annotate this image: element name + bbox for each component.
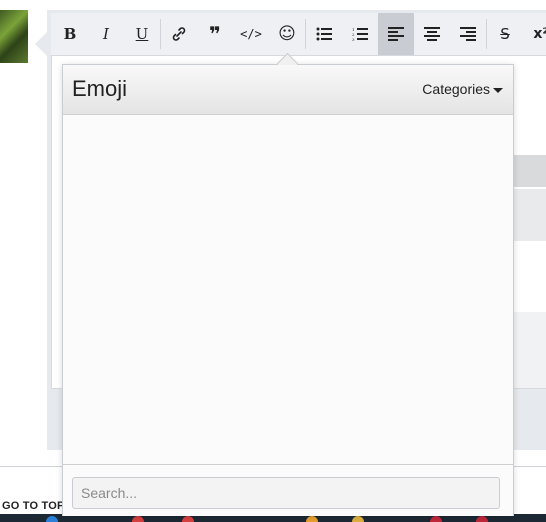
background-row [512,312,546,388]
categories-label: Categories [422,81,490,97]
code-button[interactable]: </> [233,13,269,55]
emoji-picker-footer [63,464,513,516]
emoji-grid[interactable] [63,115,513,465]
align-right-button[interactable] [450,13,486,55]
code-icon: </> [240,27,262,41]
align-center-icon [424,27,440,41]
strikethrough-icon: S [500,25,510,43]
taskbar-app-icon[interactable] [476,516,488,522]
taskbar-app-icon[interactable] [132,516,144,522]
taskbar-app-icon[interactable] [182,516,194,522]
taskbar-app-icon[interactable] [46,516,58,522]
emoji-search-input[interactable] [72,477,500,509]
emoji-picker-header: Emoji Categories [63,65,513,115]
underline-icon: U [135,25,149,43]
superscript-icon: x² [533,26,546,42]
italic-button[interactable]: I [88,13,124,55]
emoji-picker-title: Emoji [72,76,128,101]
italic-icon: I [103,25,109,43]
taskbar-app-icon[interactable] [352,516,364,522]
link-button[interactable] [161,13,197,55]
align-left-icon [388,27,404,41]
user-avatar [0,10,28,63]
align-left-button[interactable] [378,13,414,55]
underline-button[interactable]: U [124,13,160,55]
taskbar-app-icon[interactable] [430,516,442,522]
caret-down-icon [493,87,503,93]
taskbar-app-icon[interactable] [306,516,318,522]
link-icon [172,27,186,41]
align-center-button[interactable] [414,13,450,55]
strikethrough-button[interactable]: S [487,13,523,55]
background-row [512,189,546,241]
quote-icon: ❞ [209,22,221,46]
categories-dropdown[interactable]: Categories [422,81,503,97]
background-row [512,155,546,187]
bold-button[interactable]: B [52,13,88,55]
editor-toolbar: B I U ❞ </> ☺ 123 S x² [51,13,546,56]
numbered-list-button[interactable]: 123 [342,13,378,55]
bold-icon: B [63,25,77,43]
svg-text:3: 3 [352,37,355,41]
emoji-picker-popup: Emoji Categories [62,64,514,516]
emoji-button[interactable]: ☺ [269,13,305,55]
quote-button[interactable]: ❞ [197,13,233,55]
numbered-list-icon: 123 [352,27,368,41]
go-to-top-link[interactable]: GO TO TOP [2,500,65,512]
smiley-icon: ☺ [278,24,296,44]
align-right-icon [460,27,476,41]
bullet-list-icon [316,27,332,41]
superscript-button[interactable]: x² [523,13,546,55]
bullet-list-button[interactable] [306,13,342,55]
